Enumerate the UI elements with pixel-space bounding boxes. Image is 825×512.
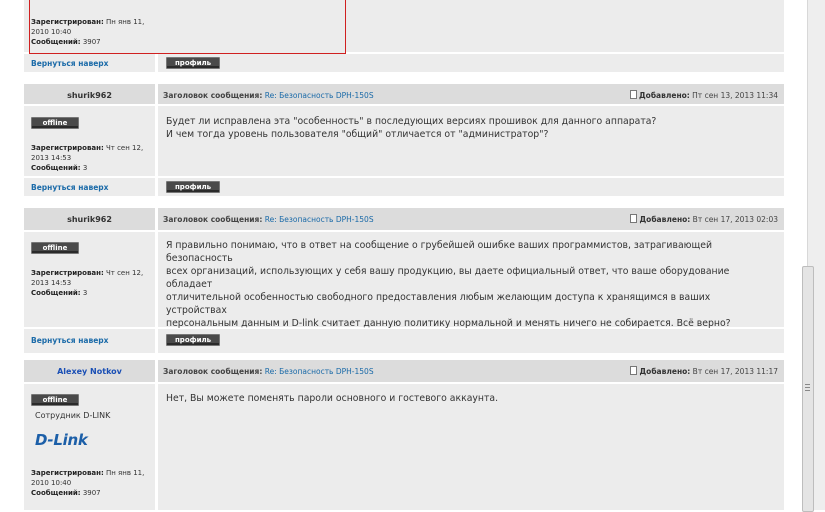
scroll-grip-line: [805, 384, 810, 385]
post-subject: Заголовок сообщения: Re: Безопасность DP…: [163, 215, 374, 224]
subject-link[interactable]: Re: Безопасность DPH-150S: [265, 91, 374, 100]
post-message: Нет, Вы можете поменять пароли основного…: [166, 393, 499, 404]
poster-details: Зарегистрирован: Пн янв 11, 2010 10:40 С…: [31, 17, 151, 47]
profile-button[interactable]: профиль: [166, 334, 220, 346]
user-rank: Сотрудник D-LINK: [35, 411, 111, 420]
post-message: Будет ли исправлена эта "особенность" в …: [166, 116, 657, 140]
post-author[interactable]: Alexey Notkov: [24, 367, 155, 376]
registered-label: Зарегистрирован:: [31, 18, 104, 26]
scroll-grip-line: [805, 390, 810, 391]
scroll-grip-line: [805, 387, 810, 388]
post-footer: Вернуться наверх профиль: [24, 54, 784, 72]
post-header: Заголовок сообщения: Re: Безопасность DP…: [24, 208, 784, 230]
status-badge: offline: [31, 117, 79, 129]
post-footer: Вернуться наверх профиль: [24, 178, 784, 196]
back-to-top-link[interactable]: Вернуться наверх: [31, 59, 109, 68]
profile-button[interactable]: профиль: [166, 181, 220, 193]
post-body: Я правильно понимаю, что в ответ на сооб…: [24, 232, 784, 329]
post-date: Добавлено: Вт сен 17, 2013 11:17: [630, 366, 778, 376]
status-badge: offline: [31, 394, 79, 406]
subject-link[interactable]: Re: Безопасность DPH-150S: [265, 367, 374, 376]
post-tail: Зарегистрирован: Пн янв 11, 2010 10:40 С…: [24, 0, 784, 54]
forum-page: Зарегистрирован: Пн янв 11, 2010 10:40 С…: [0, 0, 807, 510]
poster-details: Зарегистрирован: Чт сен 12, 2013 14:53 С…: [31, 144, 144, 172]
poster-details: Зарегистрирован: Пн янв 11, 2010 10:40 С…: [31, 469, 145, 497]
subject-link[interactable]: Re: Безопасность DPH-150S: [265, 215, 374, 224]
post-icon[interactable]: [630, 366, 638, 375]
dlink-logo: D-Link: [35, 431, 88, 449]
post-body: Нет, Вы можете поменять пароли основного…: [24, 384, 784, 510]
back-to-top-link[interactable]: Вернуться наверх: [31, 183, 109, 192]
status-badge: offline: [31, 242, 79, 254]
back-to-top-link[interactable]: Вернуться наверх: [31, 336, 109, 345]
poster-details: Зарегистрирован: Чт сен 12, 2013 14:53 С…: [31, 269, 144, 297]
messages-value: 3907: [82, 38, 101, 46]
post-subject: Заголовок сообщения: Re: Безопасность DP…: [163, 367, 374, 376]
post-date: Добавлено: Пт сен 13, 2013 11:34: [629, 90, 778, 100]
post-body: Будет ли исправлена эта "особенность" в …: [24, 106, 784, 176]
post-author[interactable]: shurik962: [24, 215, 155, 224]
post-icon[interactable]: [630, 214, 638, 223]
scrollbar-thumb[interactable]: [802, 266, 814, 512]
post-icon[interactable]: [629, 90, 637, 99]
profile-button[interactable]: профиль: [166, 57, 220, 69]
post-header: Заголовок сообщения: Re: Безопасность DP…: [24, 84, 784, 104]
post-message: Я правильно понимаю, что в ответ на сооб…: [166, 240, 731, 329]
post-header: Заголовок сообщения: Re: Безопасность DP…: [24, 360, 784, 382]
post-footer: Вернуться наверх профиль: [24, 329, 784, 353]
post-subject: Заголовок сообщения: Re: Безопасность DP…: [163, 91, 374, 100]
post-author[interactable]: shurik962: [24, 91, 155, 100]
post-date: Добавлено: Вт сен 17, 2013 02:03: [630, 214, 778, 224]
messages-label: Сообщений:: [31, 38, 81, 46]
